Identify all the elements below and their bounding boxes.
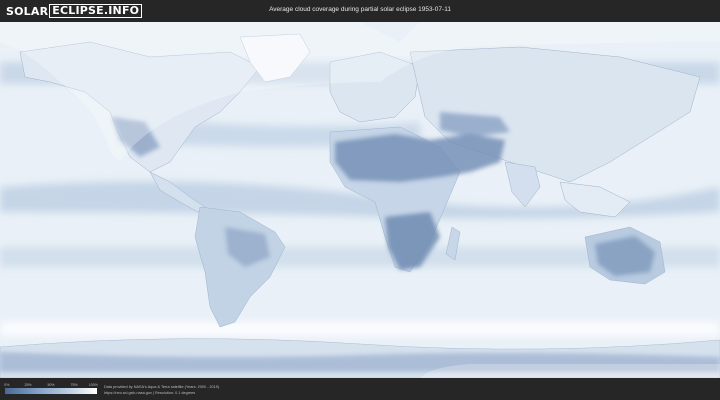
cloud-coverage-map: [0, 22, 720, 378]
credit-line-2: https://neo.sci.gsfc.nasa.gov | Resoluti…: [104, 390, 196, 395]
legend-ticks: 0% 25% 50% 75% 100%: [4, 383, 98, 388]
world-map-graphic: [0, 22, 720, 378]
cloud-coverage-legend: 0% 25% 50% 75% 100%: [4, 383, 98, 394]
legend-tick: 25%: [24, 383, 32, 387]
legend-color-bar: [5, 388, 97, 394]
credit-line-1: Data provided by NASA's Aqua & Terra sat…: [104, 385, 220, 389]
legend-tick: 50%: [47, 383, 55, 387]
legend-tick: 75%: [70, 383, 78, 387]
map-title: Average cloud coverage during partial so…: [269, 6, 451, 13]
data-credit: Data provided by NASA's Aqua & Terra sat…: [104, 385, 219, 396]
legend-tick: 100%: [88, 383, 98, 387]
legend-tick: 0%: [4, 383, 10, 387]
top-bar: SOLAR ECLIPSE.INFO Average cloud coverag…: [0, 0, 720, 22]
